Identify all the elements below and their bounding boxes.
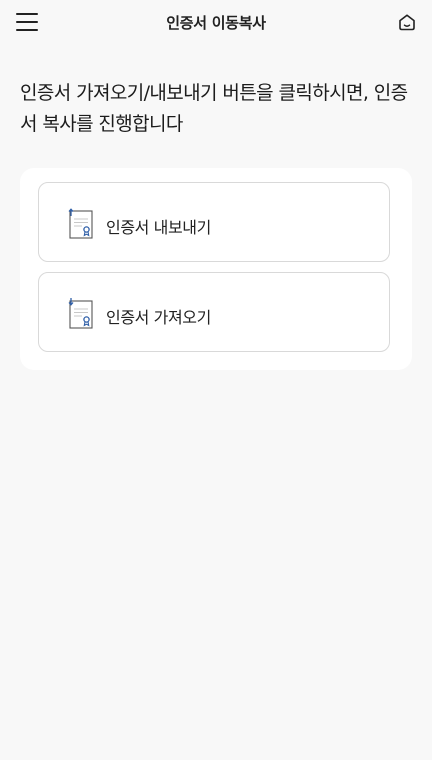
home-icon[interactable]	[397, 12, 417, 32]
instruction-text: 인증서 가져오기/내보내기 버튼을 클릭하시면, 인증서 복사를 진행합니다	[20, 82, 408, 135]
export-certificate-button[interactable]: 인증서 내보내기	[38, 182, 390, 262]
certificate-export-icon	[67, 207, 95, 241]
page-title: 인증서 이동복사	[166, 14, 266, 32]
certificate-import-icon	[67, 297, 95, 331]
import-certificate-button[interactable]: 인증서 가져오기	[38, 272, 390, 352]
import-certificate-label: 인증서 가져오기	[106, 308, 211, 327]
app-header: 인증서 이동복사	[0, 0, 432, 46]
export-certificate-label: 인증서 내보내기	[106, 218, 211, 237]
options-panel: 인증서 내보내기 인증서 가져오기	[20, 168, 412, 370]
